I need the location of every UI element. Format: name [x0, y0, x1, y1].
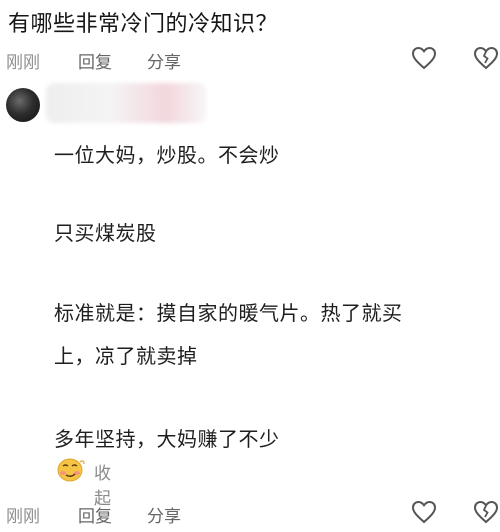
share-button[interactable]: 分享	[147, 48, 181, 73]
like-heart-icon[interactable]	[410, 498, 438, 526]
comment-text-line: 标准就是：摸自家的暖气片。热了就买	[54, 301, 403, 325]
share-button[interactable]: 分享	[147, 502, 181, 527]
comment-screen: 有哪些非常冷门的冷知识？ 刚刚 回复 分享 一位大妈，炒股。不会炒 只买煤炭股 …	[0, 0, 500, 532]
reply-button[interactable]: 回复	[78, 48, 112, 73]
timestamp: 刚刚	[6, 53, 40, 73]
reply-button[interactable]: 回复	[78, 502, 112, 527]
comment-text-line: 多年坚持，大妈赚了不少	[54, 427, 280, 451]
blurred-username	[46, 83, 206, 123]
dislike-heart-icon[interactable]	[472, 498, 500, 526]
like-heart-icon[interactable]	[410, 44, 438, 72]
bottom-action-bar: 刚刚 回复 分享	[0, 498, 500, 528]
comment-text-line: 上，凉了就卖掉	[54, 344, 198, 368]
question-title: 有哪些非常冷门的冷知识？	[8, 12, 279, 37]
avatar[interactable]	[6, 88, 40, 122]
top-action-bar: 刚刚 回复 分享	[0, 44, 500, 74]
comment-text-line: 一位大妈，炒股。不会炒	[54, 143, 280, 167]
dislike-heart-icon[interactable]	[472, 44, 500, 72]
timestamp: 刚刚	[6, 507, 40, 527]
comment-text-line: 只买煤炭股	[54, 221, 157, 245]
smirk-emoji-icon	[56, 456, 86, 482]
